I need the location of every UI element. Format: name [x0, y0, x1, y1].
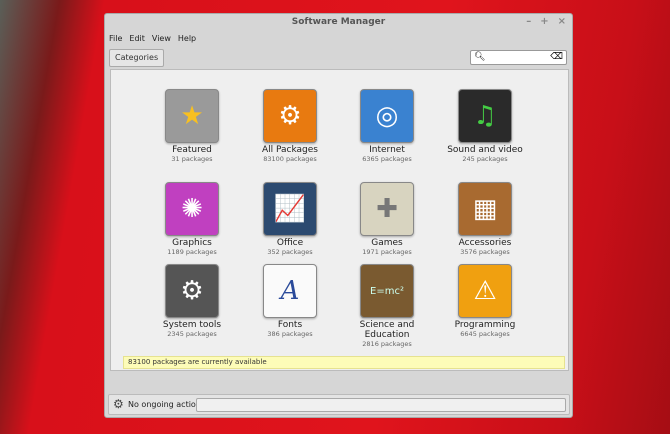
category-icon: ▦: [458, 182, 512, 236]
category-science-and-education[interactable]: E=mc² Science and Education 2816 packages: [339, 264, 435, 348]
category-icon: ⚙: [165, 264, 219, 318]
category-icon: ★: [165, 89, 219, 143]
category-graphics[interactable]: ✺ Graphics 1189 packages: [144, 182, 240, 256]
category-icon: 📈: [263, 182, 317, 236]
packages-available-notice: 83100 packages are currently available: [123, 356, 565, 369]
category-sound-and-video[interactable]: ♫ Sound and video 245 packages: [437, 89, 533, 163]
search-input[interactable]: 🔍︎ ⌫: [470, 50, 567, 65]
menu-view[interactable]: View: [152, 32, 171, 46]
category-count: 6365 packages: [362, 155, 412, 163]
category-icon: ⚙: [263, 89, 317, 143]
window-title: Software Manager: [291, 17, 386, 27]
gear-icon: ⚙: [113, 397, 124, 411]
category-count: 3576 packages: [460, 248, 510, 256]
software-manager-window: Software Manager – + × File Edit View He…: [104, 13, 573, 418]
search-icon: 🔍︎: [474, 52, 486, 62]
maximize-button[interactable]: +: [540, 14, 548, 30]
category-games[interactable]: ✚ Games 1971 packages: [339, 182, 435, 256]
category-count: 2345 packages: [167, 330, 217, 338]
category-icon: ✺: [165, 182, 219, 236]
category-icon: E=mc²: [360, 264, 414, 318]
category-count: 1189 packages: [167, 248, 217, 256]
category-label: Office: [276, 238, 304, 248]
category-count: 6645 packages: [460, 330, 510, 338]
category-internet[interactable]: ◎ Internet 6365 packages: [339, 89, 435, 163]
category-icon: ⚠: [458, 264, 512, 318]
category-count: 31 packages: [171, 155, 213, 163]
category-accessories[interactable]: ▦ Accessories 3576 packages: [437, 182, 533, 256]
category-programming[interactable]: ⚠ Programming 6645 packages: [437, 264, 533, 338]
menu-edit[interactable]: Edit: [129, 32, 145, 46]
category-label: Sound and video: [447, 145, 523, 155]
category-count: 2816 packages: [362, 340, 412, 348]
category-label: Science and Education: [359, 320, 415, 340]
category-label: Programming: [454, 320, 516, 330]
close-button[interactable]: ×: [558, 14, 566, 30]
menu-help[interactable]: Help: [178, 32, 196, 46]
category-all-packages[interactable]: ⚙ All Packages 83100 packages: [242, 89, 338, 163]
toolbar: Categories 🔍︎ ⌫: [105, 47, 572, 69]
category-icon: ✚: [360, 182, 414, 236]
menu-file[interactable]: File: [109, 32, 122, 46]
category-count: 83100 packages: [263, 155, 317, 163]
category-system-tools[interactable]: ⚙ System tools 2345 packages: [144, 264, 240, 338]
category-label: Games: [371, 238, 403, 248]
category-label: System tools: [162, 320, 222, 330]
minimize-button[interactable]: –: [526, 14, 531, 30]
categories-panel: 83100 packages are currently available ★…: [110, 69, 569, 371]
menu-bar: File Edit View Help: [105, 32, 572, 46]
category-label: Featured: [172, 145, 212, 155]
category-featured[interactable]: ★ Featured 31 packages: [144, 89, 240, 163]
progress-bar: [196, 398, 566, 412]
category-count: 386 packages: [267, 330, 313, 338]
category-label: Internet: [369, 145, 405, 155]
category-count: 352 packages: [267, 248, 313, 256]
category-label: Graphics: [172, 238, 212, 248]
status-text: No ongoing actions: [128, 400, 206, 409]
title-bar: Software Manager – + ×: [105, 14, 572, 30]
category-label: Fonts: [277, 320, 303, 330]
category-icon: A: [263, 264, 317, 318]
category-count: 245 packages: [462, 155, 508, 163]
category-label: All Packages: [261, 145, 318, 155]
category-count: 1971 packages: [362, 248, 412, 256]
category-icon: ♫: [458, 89, 512, 143]
clear-search-icon[interactable]: ⌫: [550, 51, 563, 64]
category-office[interactable]: 📈 Office 352 packages: [242, 182, 338, 256]
category-label: Accessories: [458, 238, 512, 248]
category-fonts[interactable]: A Fonts 386 packages: [242, 264, 338, 338]
status-bar: ⚙ No ongoing actions: [108, 394, 570, 415]
categories-button[interactable]: Categories: [109, 49, 165, 67]
category-icon: ◎: [360, 89, 414, 143]
